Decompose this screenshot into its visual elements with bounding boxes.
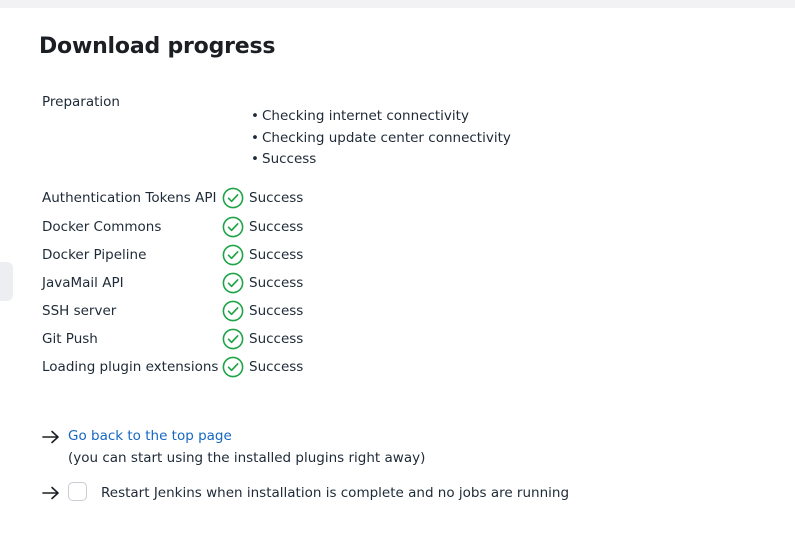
plugin-name: Docker Commons (42, 219, 162, 235)
page-title: Download progress (39, 34, 276, 59)
plugin-row: SSH server Success (42, 300, 442, 324)
plugin-name: Loading plugin extensions (42, 359, 219, 375)
plugin-row: Loading plugin extensions Success (42, 356, 442, 380)
arrow-right-icon (42, 430, 59, 444)
plugin-status: Success (249, 331, 304, 347)
go-back-note: (you can start using the installed plugi… (68, 450, 426, 466)
preparation-step: • Checking internet connectivity (251, 108, 469, 124)
plugin-status: Success (249, 275, 304, 291)
plugin-status: Success (249, 303, 304, 319)
preparation-steps: • Checking internet connectivity • Checkin… (248, 107, 511, 172)
plugin-name: Git Push (42, 331, 98, 347)
plugin-name: Authentication Tokens API (42, 190, 217, 206)
plugin-row: Authentication Tokens API Success (42, 187, 442, 211)
check-circle-icon (222, 216, 244, 238)
preparation-label: Preparation (42, 94, 120, 110)
restart-jenkins-label[interactable]: Restart Jenkins when installation is com… (101, 485, 569, 501)
plugin-row: JavaMail API Success (42, 272, 442, 296)
plugin-row: Docker Pipeline Success (42, 244, 442, 268)
plugin-row: Git Push Success (42, 328, 442, 352)
plugin-row: Docker Commons Success (42, 216, 442, 240)
arrow-right-icon (42, 486, 59, 500)
plugin-name: JavaMail API (42, 275, 124, 291)
side-panel-handle[interactable] (0, 262, 13, 301)
check-circle-icon (222, 187, 244, 209)
check-circle-icon (222, 272, 244, 294)
top-bar (0, 0, 795, 8)
go-back-top-page-link[interactable]: Go back to the top page (68, 428, 232, 444)
plugin-status: Success (249, 359, 304, 375)
plugin-status: Success (249, 190, 304, 206)
plugin-name: SSH server (42, 303, 117, 319)
preparation-step: • Success (251, 151, 317, 167)
plugin-status: Success (249, 247, 304, 263)
plugin-name: Docker Pipeline (42, 247, 147, 263)
check-circle-icon (222, 328, 244, 350)
check-circle-icon (222, 244, 244, 266)
check-circle-icon (222, 300, 244, 322)
plugin-status: Success (249, 219, 304, 235)
check-circle-icon (222, 356, 244, 378)
preparation-step: • Checking update center connectivity (251, 129, 511, 146)
restart-jenkins-checkbox[interactable] (68, 482, 87, 501)
